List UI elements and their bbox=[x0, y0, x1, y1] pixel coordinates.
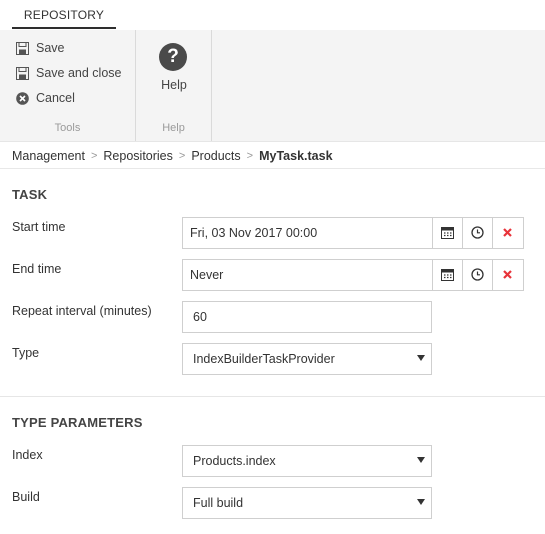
chevron-down-icon bbox=[417, 499, 425, 505]
clock-icon bbox=[471, 226, 484, 239]
build-select[interactable]: Full build bbox=[182, 487, 432, 519]
breadcrumb-products[interactable]: Products bbox=[191, 149, 240, 163]
chevron-right-icon: > bbox=[246, 149, 254, 162]
start-clock-button[interactable] bbox=[462, 218, 492, 248]
cancel-label: Cancel bbox=[36, 91, 75, 105]
ribbon-toolbar: Save Save and close Cancel Tools ? Help … bbox=[0, 30, 545, 142]
task-section-title: TASK bbox=[12, 187, 48, 202]
tools-group: Save Save and close Cancel Tools bbox=[0, 30, 136, 141]
start-clear-button[interactable] bbox=[492, 218, 522, 248]
build-label: Build bbox=[12, 490, 40, 504]
end-time-input[interactable]: Never bbox=[183, 260, 432, 290]
save-icon bbox=[16, 42, 29, 55]
help-group-label: Help bbox=[162, 122, 185, 134]
breadcrumb-management[interactable]: Management bbox=[12, 149, 85, 163]
calendar-icon bbox=[441, 227, 454, 239]
type-select-value: IndexBuilderTaskProvider bbox=[193, 352, 335, 366]
save-and-close-label: Save and close bbox=[36, 66, 122, 80]
type-select[interactable]: IndexBuilderTaskProvider bbox=[182, 343, 432, 375]
cancel-icon bbox=[16, 92, 29, 105]
breadcrumb-repositories[interactable]: Repositories bbox=[103, 149, 172, 163]
start-time-input[interactable]: Fri, 03 Nov 2017 00:00 bbox=[183, 218, 432, 248]
end-calendar-button[interactable] bbox=[432, 260, 462, 290]
chevron-down-icon bbox=[417, 355, 425, 361]
end-time-label: End time bbox=[12, 262, 62, 276]
tools-group-label: Tools bbox=[54, 122, 81, 134]
index-select[interactable]: Products.index bbox=[182, 445, 432, 477]
repeat-interval-label: Repeat interval (minutes) bbox=[12, 304, 152, 318]
close-icon bbox=[503, 228, 512, 237]
tab-strip: REPOSITORY bbox=[0, 0, 545, 31]
help-group: ? Help Help bbox=[136, 30, 212, 141]
type-parameters-section-title: TYPE PARAMETERS bbox=[12, 415, 143, 430]
type-label: Type bbox=[12, 346, 40, 360]
chevron-down-icon bbox=[417, 457, 425, 463]
tab-repository[interactable]: REPOSITORY bbox=[12, 0, 116, 29]
section-divider bbox=[0, 396, 545, 397]
save-label: Save bbox=[36, 41, 65, 55]
help-icon: ? bbox=[159, 43, 187, 71]
build-select-value: Full build bbox=[193, 496, 244, 510]
repeat-interval-input[interactable]: 60 bbox=[182, 301, 432, 333]
start-time-label: Start time bbox=[12, 220, 66, 234]
chevron-right-icon: > bbox=[90, 149, 98, 162]
start-calendar-button[interactable] bbox=[432, 218, 462, 248]
breadcrumb: Management > Repositories > Products > MyTask.… bbox=[12, 148, 333, 166]
breadcrumb-current: MyTask.task bbox=[259, 148, 333, 163]
index-label: Index bbox=[12, 448, 43, 462]
save-icon bbox=[16, 67, 29, 80]
index-select-value: Products.index bbox=[193, 454, 276, 468]
start-time-field: Fri, 03 Nov 2017 00:00 bbox=[182, 217, 524, 249]
breadcrumb-divider bbox=[0, 168, 545, 169]
end-clear-button[interactable] bbox=[492, 260, 522, 290]
help-label: Help bbox=[161, 78, 187, 92]
end-time-field: Never bbox=[182, 259, 524, 291]
help-button[interactable]: ? Help bbox=[136, 38, 212, 98]
close-icon bbox=[503, 270, 512, 279]
calendar-icon bbox=[441, 269, 454, 281]
chevron-right-icon: > bbox=[178, 149, 186, 162]
clock-icon bbox=[471, 268, 484, 281]
end-clock-button[interactable] bbox=[462, 260, 492, 290]
